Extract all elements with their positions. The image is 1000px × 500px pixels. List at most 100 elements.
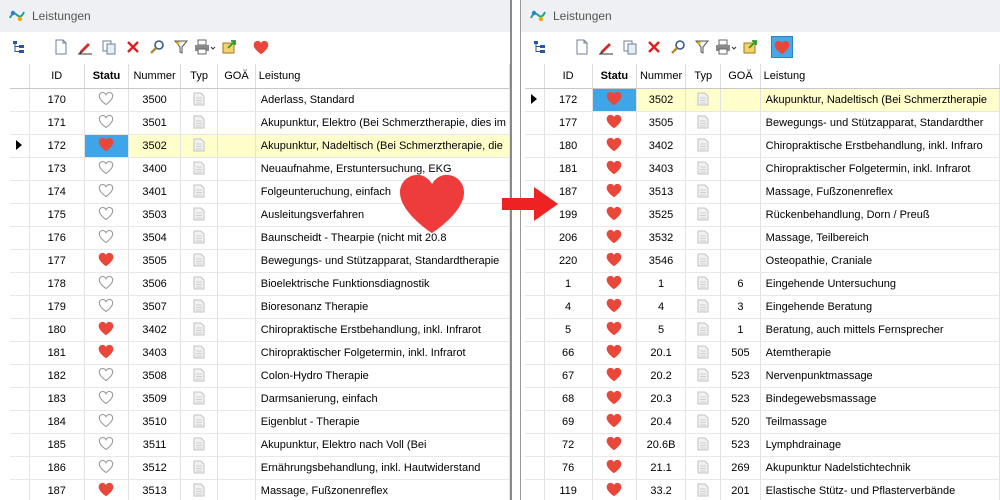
copy-icon[interactable] [619,36,641,58]
cell-status[interactable] [592,157,637,181]
heart-outline-icon[interactable] [98,390,114,408]
table-row[interactable]: 72 20.6B 523 Lymphdrainage [525,433,1000,457]
heart-filled-icon[interactable] [606,252,622,270]
favorites-heart-icon[interactable] [771,36,793,58]
table-row[interactable]: 4 4 3 Eingehende Beratung [525,295,1000,319]
cell-status[interactable] [592,433,637,457]
table-row[interactable]: 66 20.1 505 Atemtherapie [525,341,1000,365]
heart-filled-icon[interactable] [606,275,622,293]
delete-icon[interactable] [122,36,144,58]
export-icon[interactable] [218,36,240,58]
cell-status[interactable] [84,203,130,227]
heart-outline-icon[interactable] [98,183,114,201]
table-row[interactable]: 199 3525 Rückenbehandlung, Dorn / Preuß [525,203,1000,227]
cell-status[interactable] [592,88,637,112]
cell-status[interactable] [84,226,130,250]
heart-filled-icon[interactable] [606,229,622,247]
heart-outline-icon[interactable] [98,367,114,385]
table-row[interactable]: 186 3512 Ernährungsbehandlung, inkl. Hautw… [10,456,510,480]
heart-filled-icon[interactable] [606,413,622,431]
heart-filled-icon[interactable] [606,459,622,477]
cell-status[interactable] [84,134,130,158]
header-status[interactable]: Statu [592,64,637,89]
cell-status[interactable] [84,249,130,273]
cell-status[interactable] [84,479,130,500]
heart-filled-icon[interactable] [606,183,622,201]
table-row[interactable]: 187 3513 Massage, Fußzonenreflex [525,180,1000,204]
cell-status[interactable] [592,272,637,296]
table-row[interactable]: 185 3511 Akupunktur, Elektro nach Voll (Be… [10,433,510,457]
table-row[interactable]: 206 3532 Massage, Teilbereich [525,226,1000,250]
heart-outline-icon[interactable] [98,298,114,316]
cell-status[interactable] [84,180,130,204]
print-icon[interactable] [194,36,216,58]
heart-filled-icon[interactable] [98,321,114,339]
table-row[interactable]: 68 20.3 523 Bindegewebsmassage [525,387,1000,411]
heart-filled-icon[interactable] [606,321,622,339]
table-row[interactable]: 5 5 1 Beratung, auch mittels Fernsprecher [525,318,1000,342]
cell-status[interactable] [84,433,130,457]
copy-icon[interactable] [98,36,120,58]
heart-filled-icon[interactable] [606,114,622,132]
header-leistung[interactable]: Leistung [760,64,1000,89]
delete-icon[interactable] [643,36,665,58]
table-row[interactable]: 76 21.1 269 Akupunktur Nadelstichtechnik [525,456,1000,480]
table-row[interactable]: 170 3500 Aderlass, Standard [10,88,510,112]
cell-status[interactable] [592,364,637,388]
heart-filled-icon[interactable] [606,160,622,178]
new-document-icon[interactable] [50,36,72,58]
cell-status[interactable] [84,364,130,388]
heart-filled-icon[interactable] [606,436,622,454]
heart-filled-icon[interactable] [606,298,622,316]
heart-filled-icon[interactable] [98,344,114,362]
table-row[interactable]: 1 1 6 Eingehende Untersuchung [525,272,1000,296]
heart-filled-icon[interactable] [606,137,622,155]
header-goa[interactable]: GOÄ [217,64,256,89]
cell-status[interactable] [592,410,637,434]
cell-status[interactable] [84,318,130,342]
heart-outline-icon[interactable] [98,229,114,247]
table-row[interactable]: 181 3403 Chiropraktischer Folgetermin, ink… [10,341,510,365]
filter-icon[interactable] [691,36,713,58]
cell-status[interactable] [592,134,637,158]
header-status[interactable]: Statu [84,64,130,89]
cell-status[interactable] [592,111,637,135]
heart-outline-icon[interactable] [98,91,114,109]
header-typ[interactable]: Typ [180,64,219,89]
cell-status[interactable] [592,203,637,227]
heart-filled-icon[interactable] [606,482,622,500]
cell-status[interactable] [84,88,130,112]
cell-status[interactable] [592,479,637,500]
cell-status[interactable] [592,295,637,319]
header-typ[interactable]: Typ [685,64,722,89]
heart-outline-icon[interactable] [98,160,114,178]
edit-pencil-icon[interactable] [595,36,617,58]
heart-filled-icon[interactable] [98,482,114,500]
table-row[interactable]: 184 3510 Eigenblut - Therapie [10,410,510,434]
heart-filled-icon[interactable] [606,91,622,109]
cell-status[interactable] [84,410,130,434]
search-icon[interactable] [667,36,689,58]
heart-filled-icon[interactable] [606,206,622,224]
header-id[interactable]: ID [544,64,593,89]
heart-filled-icon[interactable] [98,252,114,270]
table-row[interactable]: 180 3402 Chiropraktische Erstbehandlung, i… [10,318,510,342]
export-icon[interactable] [739,36,761,58]
cell-status[interactable] [592,249,637,273]
header-nummer[interactable]: Nummer [128,64,181,89]
heart-filled-icon[interactable] [98,137,114,155]
table-row[interactable]: 172 3502 Akupunktur, Nadeltisch (Bei Schme… [525,88,1000,112]
table-row[interactable]: 180 3402 Chiropraktische Erstbehandlung, i… [525,134,1000,158]
cell-status[interactable] [84,387,130,411]
table-row[interactable]: 69 20.4 520 Teilmassage [525,410,1000,434]
table-row[interactable]: 172 3502 Akupunktur, Nadeltisch (Bei Schme… [10,134,510,158]
header-goa[interactable]: GOÄ [720,64,761,89]
table-row[interactable]: 179 3507 Bioresonanz Therapie [10,295,510,319]
table-row[interactable]: 67 20.2 523 Nervenpunktmassage [525,364,1000,388]
cell-status[interactable] [592,318,637,342]
edit-pencil-icon[interactable] [74,36,96,58]
heart-filled-icon[interactable] [606,344,622,362]
table-row[interactable]: 178 3506 Bioelektrische Funktionsdiagnosti… [10,272,510,296]
heart-outline-icon[interactable] [98,275,114,293]
cell-status[interactable] [84,456,130,480]
